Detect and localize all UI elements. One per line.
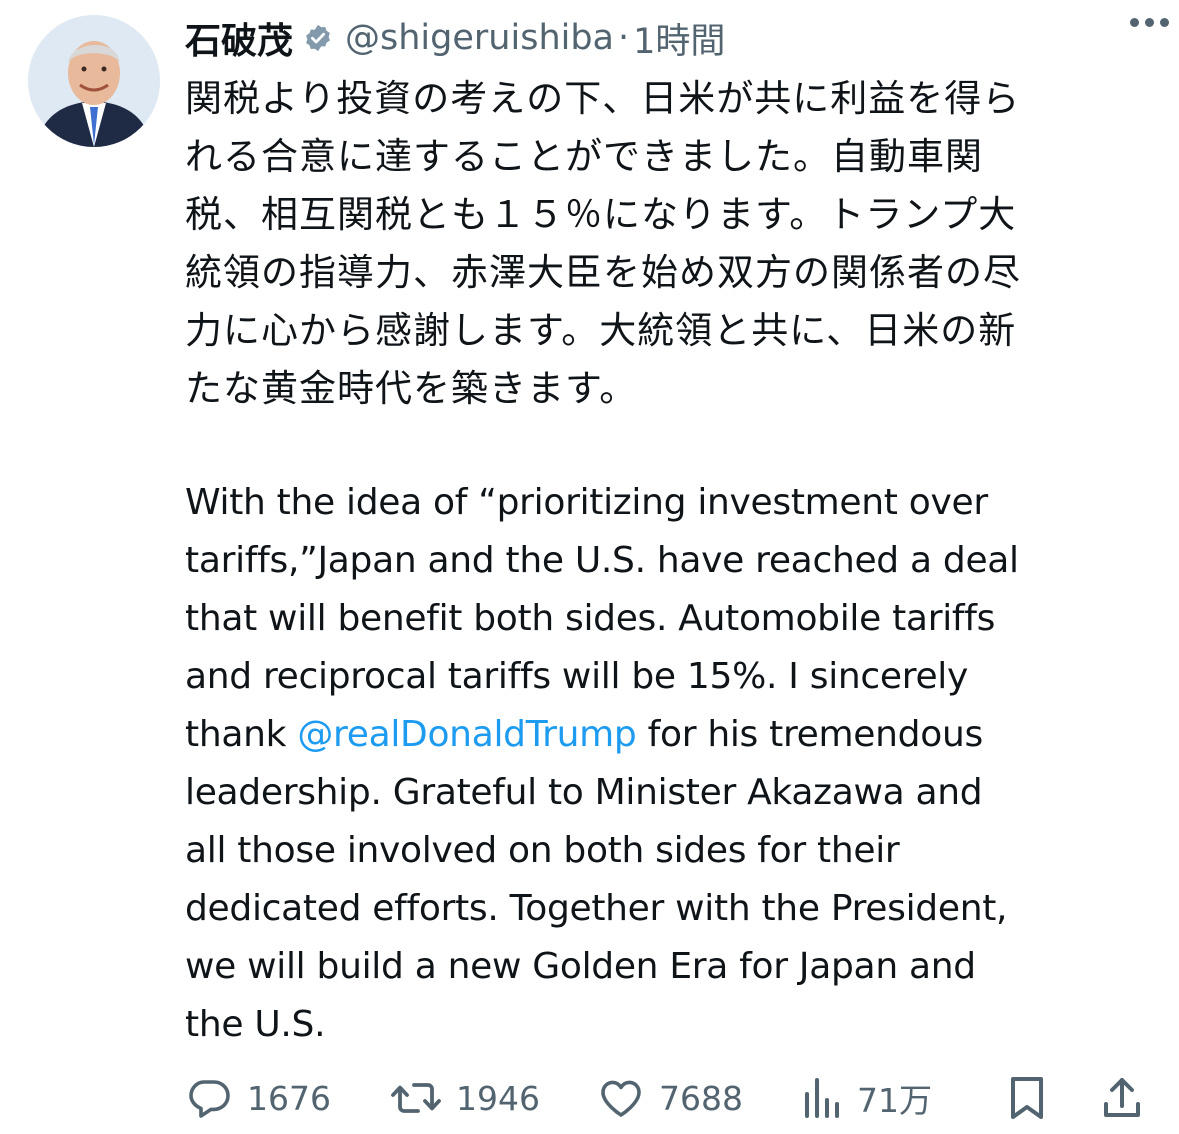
tweet-text-english: With the idea of “prioritizing investmen… (185, 474, 1175, 1054)
like-count: 7688 (659, 1078, 743, 1118)
tweet-text-line: 関税より投資の考えの下、日米が共に利益を得ら (185, 77, 1021, 120)
bookmark-button[interactable] (1005, 1074, 1049, 1122)
bookmark-icon (1005, 1074, 1049, 1122)
text-segment: thank (185, 714, 298, 755)
tweet-text-japanese: 関税より投資の考えの下、日米が共に利益を得ら れる合意に達することができました。… (185, 70, 1175, 418)
views-chart-icon (803, 1074, 843, 1122)
tweet-text-line: leadership. Grateful to Minister Akazawa… (185, 772, 983, 813)
views-count: 71万 (857, 1081, 932, 1120)
share-button[interactable] (1100, 1074, 1144, 1122)
tweet-action-bar: 1676 1946 7688 71万 (185, 1068, 1150, 1128)
header-separator: · (618, 18, 630, 58)
author-name[interactable]: 石破茂 (185, 12, 293, 64)
tweet-text-line: With the idea of “prioritizing investmen… (185, 482, 988, 523)
views-button[interactable]: 71万 (803, 1074, 932, 1122)
reply-icon (185, 1074, 233, 1122)
like-button[interactable]: 7688 (597, 1074, 743, 1122)
tweet-text-line: tariffs,”Japan and the U.S. have reached… (185, 540, 1019, 581)
mention-link[interactable]: @realDonaldTrump (297, 714, 636, 755)
tweet-text-line: the U.S. (185, 1004, 326, 1045)
tweet-text-line: 税、相互関税とも１５％になります。トランプ大 (185, 193, 1017, 236)
author-handle[interactable]: @shigeruishiba (345, 18, 614, 58)
tweet-header: 石破茂 @shigeruishiba · 1時間 (185, 8, 1145, 68)
tweet-text-line: dedicated efforts. Together with the Pre… (185, 888, 1008, 929)
tweet-text-line: and reciprocal tariffs will be 15%. I si… (185, 656, 969, 697)
repost-icon (390, 1074, 442, 1122)
avatar-portrait (28, 15, 160, 147)
tweet-text-line: 力に心から感謝します。大統領と共に、日米の新 (185, 309, 1017, 352)
repost-button[interactable]: 1946 (390, 1074, 540, 1122)
reply-count: 1676 (247, 1078, 331, 1118)
text-segment: for his tremendous (636, 714, 984, 755)
tweet-text-line: thank @realDonaldTrump for his tremendou… (185, 706, 1175, 764)
author-avatar[interactable] (28, 15, 160, 147)
tweet-text-line: we will build a new Golden Era for Japan… (185, 946, 976, 987)
verified-badge-icon[interactable] (303, 23, 333, 53)
reply-button[interactable]: 1676 (185, 1074, 331, 1122)
tweet-body: 関税より投資の考えの下、日米が共に利益を得ら れる合意に達することができました。… (185, 70, 1175, 1054)
tweet-timestamp[interactable]: 1時間 (633, 13, 725, 64)
repost-count: 1946 (456, 1078, 540, 1118)
tweet-text-line: れる合意に達することができました。自動車関 (185, 135, 983, 178)
heart-icon (597, 1074, 645, 1122)
share-icon (1100, 1074, 1144, 1122)
tweet-text-line: that will benefit both sides. Automobile… (185, 598, 996, 639)
more-dots-icon[interactable] (1124, 12, 1175, 33)
tweet-text-line: 統領の指導力、赤澤大臣を始め双方の関係者の尽 (185, 251, 1021, 294)
tweet-text-line: all those involved on both sides for the… (185, 830, 900, 871)
tweet-text-line: たな黄金時代を築きます。 (185, 367, 638, 410)
